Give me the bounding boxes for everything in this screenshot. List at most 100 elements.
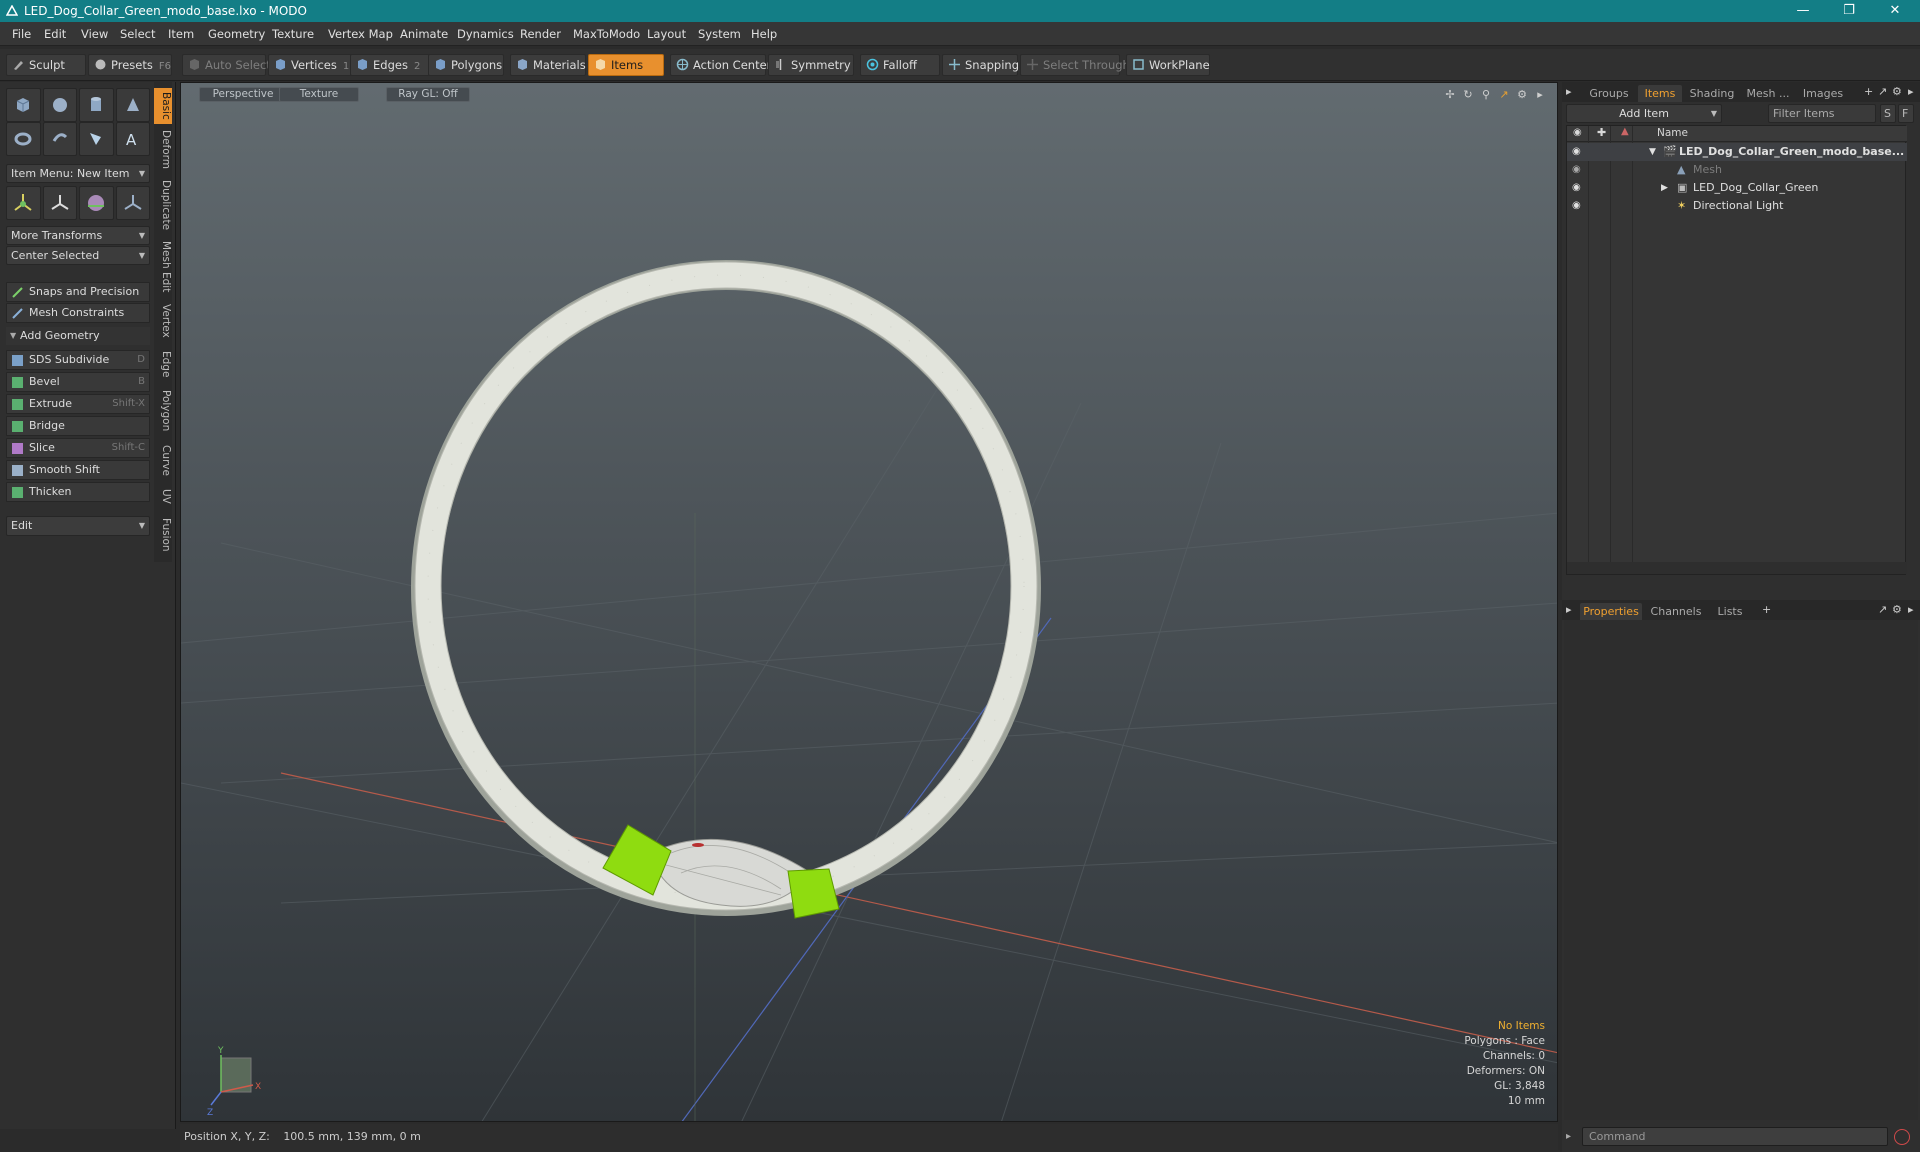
menu-animate[interactable]: Animate [400,27,448,41]
items-button[interactable]: Items [588,54,664,76]
eye-icon[interactable]: ◉ [1572,197,1584,211]
tab-edge[interactable]: Edge [154,346,172,382]
snapping-button[interactable]: Snapping [942,54,1019,76]
edit-dropdown[interactable]: Edit ▼ [6,516,150,536]
collar-light-right[interactable] [787,868,840,919]
cylinder-tool[interactable] [79,88,114,122]
tab-basic[interactable]: Basic [154,88,172,124]
add-tab-icon[interactable]: + [1762,603,1771,616]
symmetry-button[interactable]: Symmetry [768,54,854,76]
falloff-button[interactable]: Falloff [860,54,940,76]
add-geometry-header[interactable]: ▼ Add Geometry [6,327,150,345]
menu-layout[interactable]: Layout [647,27,686,41]
led-button[interactable] [692,843,704,847]
add-item-dropdown[interactable]: Add Item ▼ [1566,104,1722,123]
add-tab-icon[interactable]: + [1864,85,1873,98]
item-menu-dropdown[interactable]: Item Menu: New Item ▼ [6,164,150,183]
tab-polygon[interactable]: Polygon [154,386,172,436]
view-mode-tab[interactable]: Perspective [199,87,287,102]
gear-icon[interactable]: ⚙ [1892,85,1902,98]
expand-icon[interactable]: ↗ [1878,603,1887,616]
maximize-viewport-icon[interactable]: ↗ [1497,88,1511,102]
scale-tool[interactable] [79,186,114,220]
record-icon[interactable] [1894,1129,1910,1145]
pan-icon[interactable]: ✢ [1443,88,1457,102]
close-icon[interactable]: ✕ [1880,2,1910,20]
filter-s-button[interactable]: S [1880,104,1896,123]
eye-icon[interactable]: ◉ [1572,143,1584,157]
tab-curve[interactable]: Curve [154,440,172,480]
bevel-button[interactable]: Bevel B [6,372,150,392]
pen-tool[interactable] [79,122,114,156]
menu-system[interactable]: System [698,27,741,41]
tab-mesh[interactable]: Mesh ... [1742,85,1794,102]
panel-menu-icon[interactable]: ▸ [1566,603,1572,616]
command-input[interactable]: Command [1582,1127,1888,1146]
tab-duplicate[interactable]: Duplicate [154,176,172,234]
expand-arrow-icon[interactable]: ▼ [1649,143,1656,161]
tab-items[interactable]: Items [1638,85,1682,102]
smooth-shift-button[interactable]: Smooth Shift [6,460,150,480]
bridge-button[interactable]: Bridge [6,416,150,436]
item-row-scene[interactable]: ◉ ▼ 🎬 LED_Dog_Collar_Green_modo_base... [1567,143,1907,161]
menu-vertex-map[interactable]: Vertex Map [328,27,393,41]
item-list[interactable]: ◉ ✚ ▲ Name ◉ ▼ 🎬 LED_Dog_Collar_Green_mo… [1566,125,1907,575]
move-tool[interactable] [6,186,41,220]
vertices-button[interactable]: Vertices 1 [268,54,352,76]
slice-button[interactable]: Slice Shift-C [6,438,150,458]
action-center-button[interactable]: Action Center [670,54,771,76]
viewport-scene[interactable]: Y X Z [181,83,1558,1122]
filter-items-input[interactable]: Filter Items [1768,104,1876,123]
workplane-button[interactable]: WorkPlane [1126,54,1210,76]
menu-view[interactable]: View [81,27,108,41]
capsule-tool[interactable] [42,122,77,156]
restore-icon[interactable]: ❐ [1834,2,1864,20]
panel-menu-icon[interactable]: ▸ [1566,85,1572,98]
item-row-mesh[interactable]: ◉ ▲ Mesh [1567,161,1907,179]
item-list-scrollbar[interactable] [1567,562,1907,574]
viewport-settings-icon[interactable]: ⚙ [1515,88,1529,102]
tab-uv[interactable]: UV [154,484,172,508]
polygons-button[interactable]: Polygons [428,54,504,76]
menu-file[interactable]: File [12,27,31,41]
tab-deform[interactable]: Deform [154,128,172,172]
tab-vertex[interactable]: Vertex [154,300,172,342]
menu-help[interactable]: Help [751,27,777,41]
menu-geometry[interactable]: Geometry [208,27,265,41]
zoom-icon[interactable]: ⚲ [1479,88,1493,102]
panel-arrow-icon[interactable]: ▸ [1908,603,1914,616]
panel-arrow-icon[interactable]: ▸ [1908,85,1914,98]
sds-subdivide-button[interactable]: SDS Subdivide D [6,350,150,370]
rotate-tool[interactable] [42,186,77,220]
raygl-tab[interactable]: Ray GL: Off [386,87,470,102]
tab-properties[interactable]: Properties [1580,603,1642,620]
filter-f-button[interactable]: F [1898,104,1914,123]
eye-icon[interactable]: ◉ [1572,179,1584,193]
gear-icon[interactable]: ⚙ [1892,603,1902,616]
auto-select-button[interactable]: Auto Select [182,54,271,76]
text-tool[interactable]: A [115,122,150,156]
torus-tool[interactable] [6,122,41,156]
menu-texture[interactable]: Texture [272,27,314,41]
viewport-menu-icon[interactable]: ▸ [1533,88,1547,102]
expand-icon[interactable]: ↗ [1878,85,1887,98]
more-transforms-dropdown[interactable]: More Transforms ▼ [6,226,150,245]
tab-shading[interactable]: Shading [1686,85,1738,102]
mesh-constraints-button[interactable]: Mesh Constraints [6,303,150,323]
extrude-button[interactable]: Extrude Shift-X [6,394,150,414]
menu-maxtomodo[interactable]: MaxToModo [573,27,640,41]
expand-arrow-icon[interactable]: ▶ [1661,179,1668,197]
sculpt-button[interactable]: Sculpt [6,54,86,76]
menu-select[interactable]: Select [120,27,155,41]
menu-edit[interactable]: Edit [44,27,66,41]
tab-fusion[interactable]: Fusion [154,512,172,558]
tab-groups[interactable]: Groups [1584,85,1634,102]
menu-render[interactable]: Render [520,27,561,41]
materials-button[interactable]: Materials [510,54,586,76]
item-row-light[interactable]: ◉ ✶ Directional Light [1567,197,1907,215]
eye-icon[interactable]: ◉ [1572,161,1584,175]
transform-tool[interactable] [115,186,150,220]
menu-dynamics[interactable]: Dynamics [457,27,514,41]
item-row-collar[interactable]: ◉ ▶ ▣ LED_Dog_Collar_Green [1567,179,1907,197]
tab-images[interactable]: Images [1798,85,1848,102]
